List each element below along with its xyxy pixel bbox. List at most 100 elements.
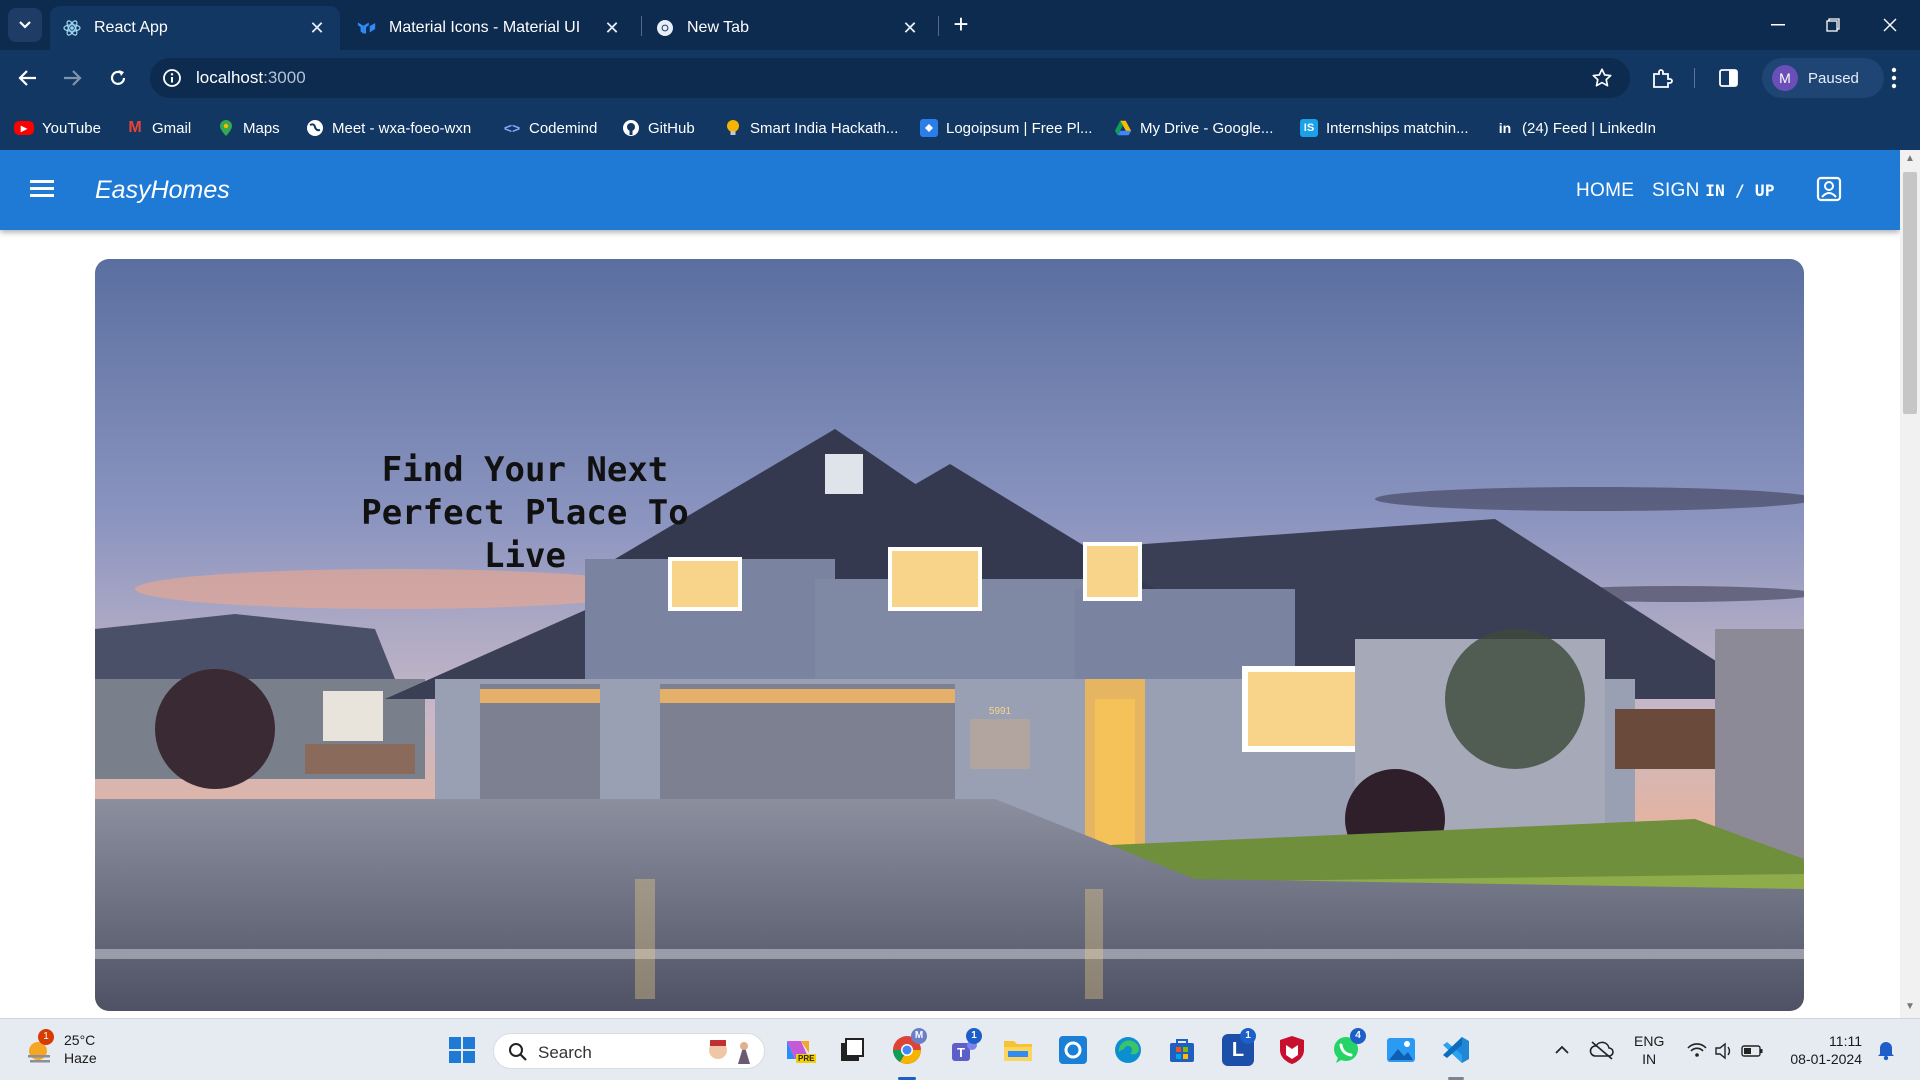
- arrow-right-icon: [64, 70, 82, 86]
- search-icon: [509, 1043, 527, 1061]
- cortana-app[interactable]: [1057, 1034, 1089, 1066]
- close-tab-icon[interactable]: ✕: [306, 17, 328, 39]
- menu-button[interactable]: [30, 176, 60, 204]
- chevron-down-icon: [19, 21, 31, 29]
- account-icon[interactable]: [1816, 176, 1844, 204]
- extensions-button[interactable]: [1648, 64, 1676, 92]
- battery-icon: [1741, 1045, 1763, 1057]
- folder-icon: [1004, 1041, 1032, 1061]
- edge-app[interactable]: [1112, 1034, 1144, 1066]
- weather-widget[interactable]: 1: [24, 1029, 56, 1067]
- tab-separator: [938, 16, 939, 36]
- browser-tab-strip: React App ✕ Material Icons - Material UI…: [0, 0, 1920, 50]
- ring-app-icon: [1059, 1036, 1087, 1064]
- url-text[interactable]: localhost:3000: [196, 68, 306, 88]
- mui-icon: [357, 18, 377, 38]
- minimize-button[interactable]: [1758, 10, 1798, 40]
- browser-menu-button[interactable]: [1880, 64, 1908, 92]
- avatar: M: [1772, 65, 1798, 91]
- photos-app[interactable]: [1385, 1034, 1417, 1066]
- bookmark-star-icon[interactable]: [1590, 66, 1614, 90]
- copilot-app[interactable]: PRE: [782, 1034, 817, 1066]
- forward-button[interactable]: [56, 62, 88, 94]
- new-tab-button[interactable]: +: [948, 11, 974, 38]
- shield-icon: [1280, 1036, 1304, 1064]
- whatsapp-app[interactable]: 4: [1330, 1028, 1366, 1066]
- tab-new-tab[interactable]: New Tab ✕: [643, 6, 933, 50]
- bookmark-youtube[interactable]: ▶ YouTube: [14, 116, 101, 140]
- wifi-icon: [1687, 1043, 1707, 1057]
- cloud-off-icon: [1589, 1041, 1614, 1060]
- site-info-icon[interactable]: [160, 66, 184, 90]
- side-panel-button[interactable]: [1715, 64, 1743, 92]
- close-tab-icon[interactable]: ✕: [601, 17, 623, 39]
- bookmark-gmail[interactable]: M Gmail: [126, 116, 191, 140]
- puzzle-icon: [1653, 69, 1673, 88]
- show-hidden-icons-button[interactable]: [1546, 1034, 1578, 1066]
- file-explorer-app[interactable]: [1002, 1034, 1034, 1066]
- maps-icon: [217, 119, 235, 137]
- clock[interactable]: 11:11 08-01-2024: [1786, 1032, 1862, 1068]
- vscode-icon: [1443, 1037, 1469, 1063]
- bookmarks-bar: ▶ YouTube M Gmail Maps Meet - wxa-foeo-w…: [0, 106, 1920, 150]
- back-button[interactable]: [12, 62, 44, 94]
- profile-button[interactable]: M Paused: [1762, 58, 1884, 98]
- more-vert-icon: [1891, 67, 1897, 89]
- bookmark-github[interactable]: GitHub: [622, 116, 695, 140]
- task-view-app[interactable]: [836, 1034, 868, 1066]
- chrome-app[interactable]: M: [891, 1028, 927, 1066]
- vscode-app[interactable]: [1440, 1034, 1472, 1066]
- scroll-down-arrow[interactable]: ▼: [1903, 1001, 1917, 1015]
- bookmark-label: Smart India Hackath...: [750, 119, 899, 137]
- browser-toolbar: localhost:3000 M Paused: [0, 50, 1920, 106]
- store-icon: [1170, 1039, 1194, 1062]
- close-window-button[interactable]: [1870, 10, 1910, 40]
- language-code: ENG: [1634, 1033, 1665, 1049]
- bookmark-label: Logoipsum | Free Pl...: [946, 119, 1093, 137]
- nav-home[interactable]: HOME: [1576, 180, 1634, 202]
- teams-app[interactable]: T 1: [948, 1028, 982, 1066]
- photos-icon: [1387, 1038, 1415, 1062]
- search-placeholder: Search: [538, 1043, 592, 1062]
- bookmark-google-drive[interactable]: My Drive - Google...: [1114, 116, 1273, 140]
- bookmark-label: My Drive - Google...: [1140, 119, 1274, 137]
- chrome-icon: [655, 18, 675, 38]
- address-bar[interactable]: localhost:3000: [150, 58, 1630, 98]
- bookmark-label: YouTube: [42, 119, 101, 137]
- weather-text[interactable]: 25°C Haze: [64, 1031, 97, 1067]
- bookmark-maps[interactable]: Maps: [217, 116, 280, 140]
- whatsapp-badge: 4: [1350, 1028, 1366, 1044]
- scrollbar-thumb[interactable]: [1903, 172, 1917, 414]
- house-number: 5991: [989, 706, 1012, 717]
- bookmark-internshala[interactable]: IS Internships matchin...: [1300, 116, 1469, 140]
- tab-search-button[interactable]: [8, 8, 42, 42]
- bookmark-sih[interactable]: Smart India Hackath...: [724, 116, 898, 140]
- language-indicator[interactable]: ENG IN: [1634, 1032, 1664, 1068]
- tab-material-icons[interactable]: Material Icons - Material UI ✕: [345, 6, 635, 50]
- lens-app[interactable]: L 1: [1222, 1028, 1256, 1066]
- quick-settings[interactable]: [1686, 1041, 1766, 1061]
- bookmark-label: GitHub: [648, 119, 695, 137]
- hero-banner: 5991 Find Your Next Perfect Place To Liv…: [95, 259, 1804, 1011]
- reload-button[interactable]: [102, 62, 134, 94]
- restore-button[interactable]: [1813, 10, 1853, 40]
- onedrive-tray[interactable]: [1586, 1034, 1618, 1066]
- codemind-icon: <>: [503, 120, 521, 136]
- bookmark-meet[interactable]: Meet - wxa-foeo-wxn: [306, 116, 471, 140]
- close-tab-icon[interactable]: ✕: [899, 17, 921, 39]
- bookmark-logoipsum[interactable]: Logoipsum | Free Pl...: [920, 116, 1092, 140]
- scroll-up-arrow[interactable]: ▲: [1903, 153, 1917, 167]
- gmail-icon: M: [128, 119, 142, 136]
- mcafee-app[interactable]: [1276, 1034, 1308, 1066]
- taskbar-search[interactable]: Search: [493, 1033, 765, 1069]
- start-button[interactable]: [446, 1034, 478, 1066]
- bookmark-label: Internships matchin...: [1326, 119, 1469, 137]
- microsoft-store-app[interactable]: [1166, 1034, 1198, 1066]
- nav-sign-in-up[interactable]: SIGN IN / UP: [1652, 180, 1775, 202]
- bookmark-codemind[interactable]: <> Codemind: [503, 116, 598, 140]
- tab-react-app[interactable]: React App ✕: [50, 6, 340, 50]
- bookmark-linkedin[interactable]: in (24) Feed | LinkedIn: [1496, 116, 1656, 140]
- arrow-left-icon: [18, 70, 36, 86]
- brand-logo[interactable]: EasyHomes: [95, 176, 230, 205]
- notifications-button[interactable]: [1870, 1034, 1902, 1066]
